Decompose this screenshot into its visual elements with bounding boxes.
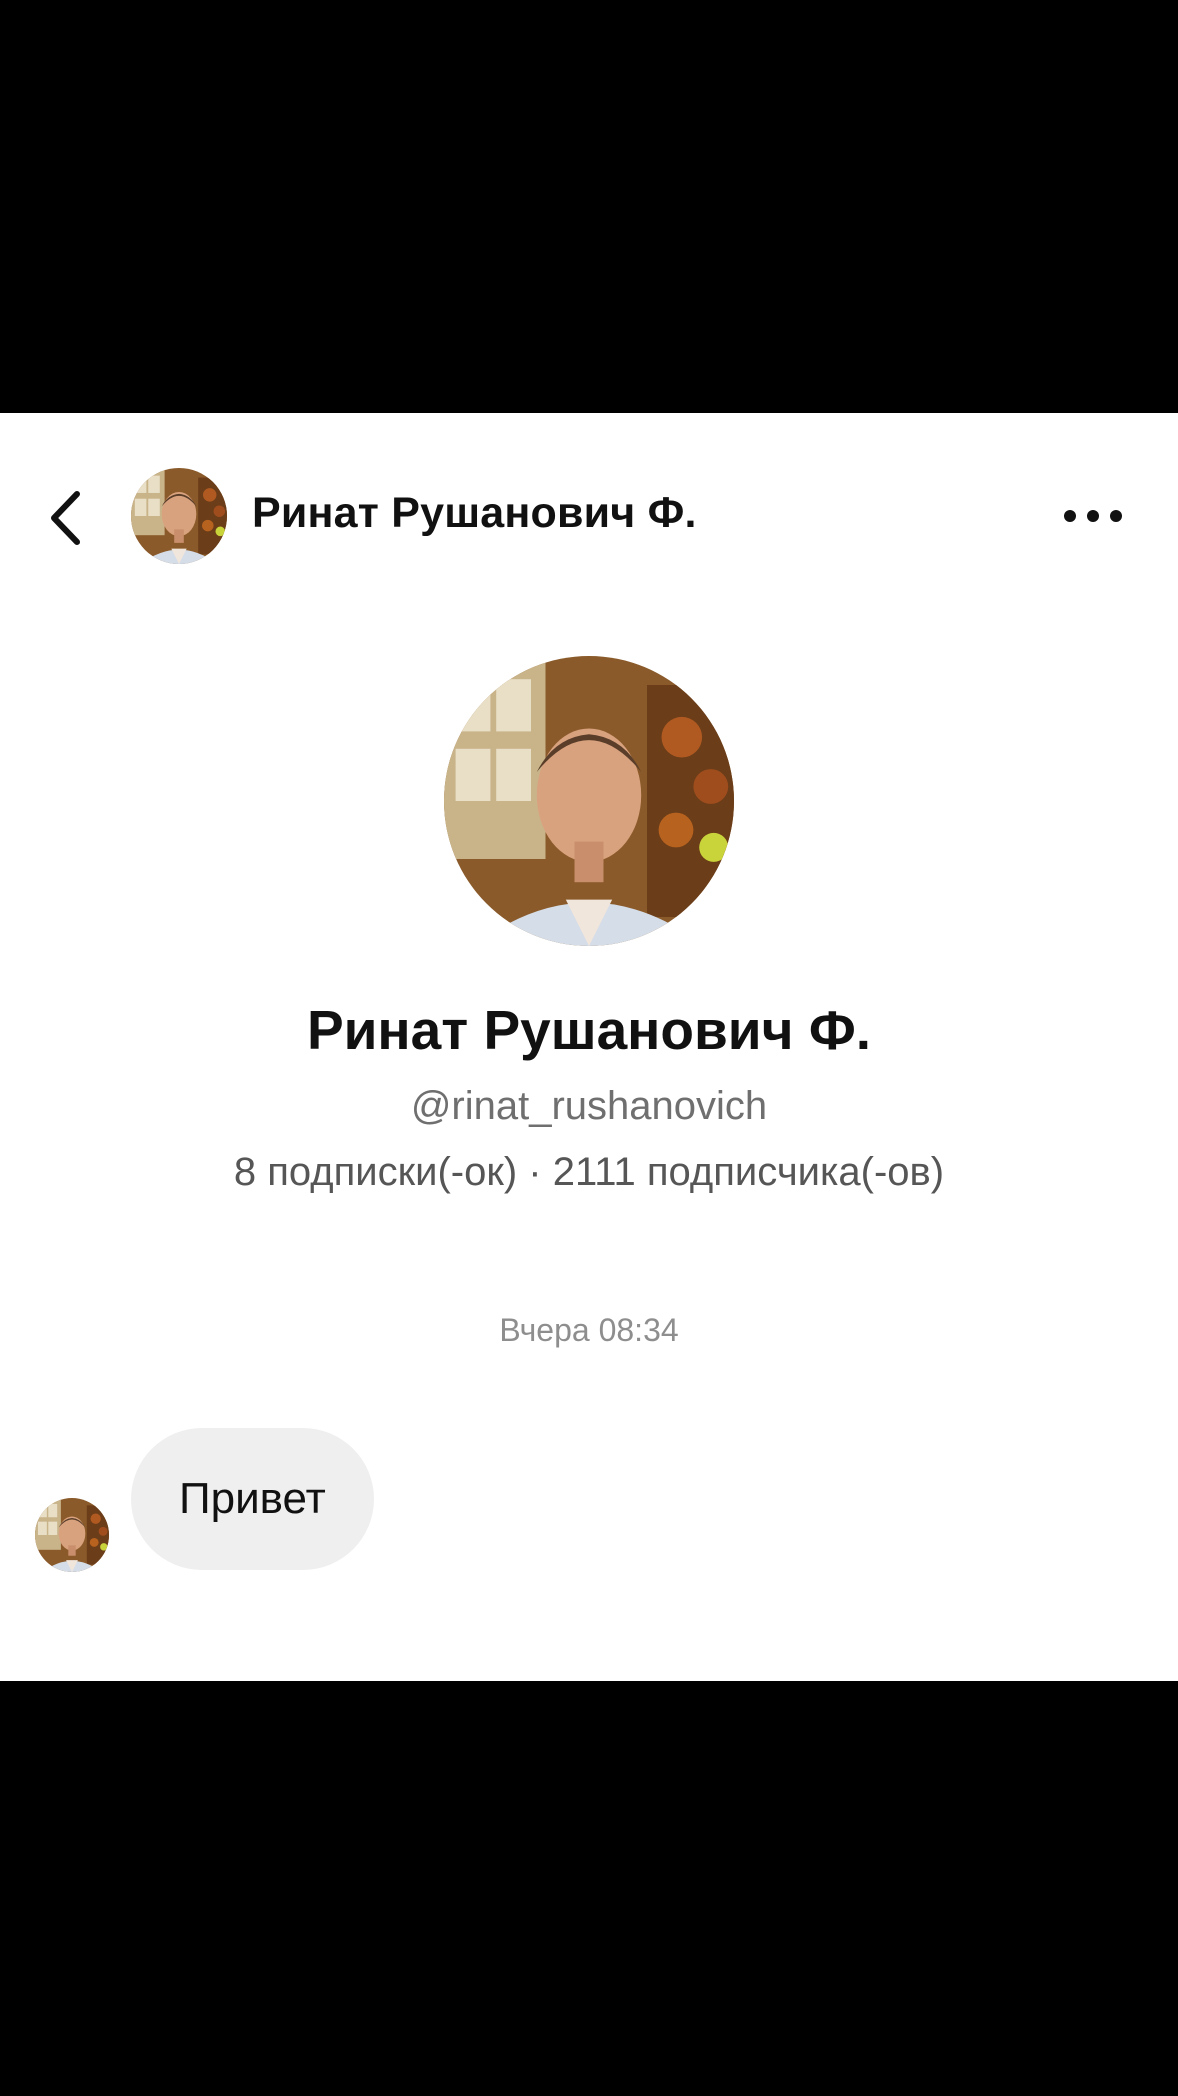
profile-avatar[interactable] <box>444 656 734 946</box>
message-bubble[interactable]: Привет <box>131 1428 374 1570</box>
back-button[interactable] <box>40 483 90 553</box>
header-contact-name[interactable]: Ринат Рушанович Ф. <box>252 489 697 538</box>
message-sender-avatar[interactable] <box>35 1498 109 1572</box>
chat-screen: Ринат Рушанович Ф. Ринат Рушанович Ф. @r… <box>0 413 1178 1681</box>
message-text: Привет <box>179 1474 326 1523</box>
profile-handle: @rinat_rushanovich <box>410 1084 768 1128</box>
more-horizontal-icon <box>1063 509 1123 523</box>
profile-stats: 8 подписки(-ок) · 2111 подписчика(-ов) <box>233 1150 945 1194</box>
chevron-left-icon <box>48 490 82 546</box>
more-options-button[interactable] <box>1058 493 1128 539</box>
profile-name: Ринат Рушанович Ф. <box>306 999 872 1061</box>
message-timestamp: Вчера 08:34 <box>499 1312 679 1348</box>
header-avatar[interactable] <box>131 468 227 564</box>
